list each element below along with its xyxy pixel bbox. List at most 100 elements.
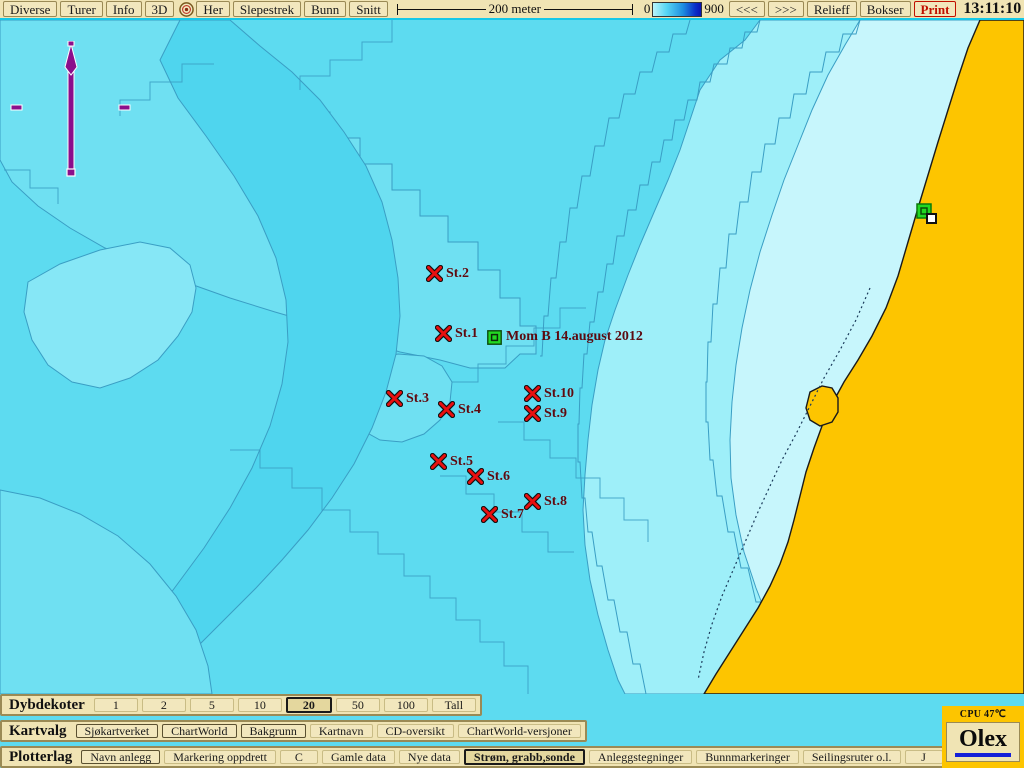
- clock-display: 13:11:10: [963, 0, 1024, 18]
- her-button[interactable]: Her: [196, 1, 230, 17]
- station-label: St.6: [487, 468, 510, 484]
- station-label: St.1: [455, 325, 478, 341]
- anlegg-site-marker[interactable]: [916, 203, 938, 225]
- slepestrek-button[interactable]: Slepestrek: [232, 1, 302, 17]
- plotterlag-option-label: Markering oppdrett: [173, 749, 267, 764]
- plotterlag-option-c[interactable]: C: [279, 749, 318, 764]
- plotterlag-bar: Plotterlag Navn anlegg Markering oppdret…: [0, 746, 949, 768]
- dybdekoter-option-10[interactable]: 10: [237, 697, 282, 712]
- plotterlag-option-seilingsruter[interactable]: Seilingsruter o.l.: [802, 750, 901, 764]
- station-marker-st6[interactable]: St.6: [467, 468, 510, 485]
- plotterlag-option-strom-grabb-sonde[interactable]: Strøm, grabb,sonde: [463, 749, 585, 765]
- dybdekoter-bar: Dybdekoter 1 2 5 10 20 50 100 Tall: [0, 694, 482, 716]
- station-marker-st7[interactable]: St.7: [481, 506, 524, 523]
- dybdekoter-option-100[interactable]: 100: [383, 698, 428, 712]
- station-marker-st1[interactable]: St.1: [435, 325, 478, 342]
- dybdekoter-option-tall[interactable]: Tall: [431, 697, 476, 712]
- cross-marker-icon: [467, 468, 484, 485]
- slepestrek-button-label: Slepestrek: [239, 1, 295, 17]
- cross-marker-icon: [386, 390, 403, 407]
- plotterlag-option-markering-oppdrett[interactable]: Markering oppdrett: [164, 750, 276, 764]
- station-marker-st10[interactable]: St.10: [524, 385, 574, 402]
- station-marker-st8[interactable]: St.8: [524, 493, 567, 510]
- plotterlag-option-label: Strøm, grabb,sonde: [473, 749, 575, 764]
- bunn-button[interactable]: Bunn: [304, 1, 347, 17]
- kartvalg-title: Kartvalg: [9, 722, 67, 739]
- kartvalg-option-chartworld-versjoner[interactable]: ChartWorld-versjoner: [457, 724, 581, 738]
- plotterlag-option-j[interactable]: J: [904, 750, 943, 764]
- arrow-tick-right: [118, 104, 131, 111]
- kartvalg-option-label: ChartWorld: [171, 723, 228, 738]
- station-marker-st3[interactable]: St.3: [386, 390, 429, 407]
- chart-map-canvas[interactable]: St.2 St.1 St.3 St.4 St.10 St.9 St.5 St.6…: [0, 20, 1024, 694]
- cross-marker-icon: [426, 265, 443, 282]
- relieff-button[interactable]: Relieff: [806, 1, 857, 17]
- dybdekoter-option-20[interactable]: 20: [285, 697, 332, 713]
- olex-application-window: Diverse Turer Info 3D Her Slepestrek Bun…: [0, 0, 1024, 768]
- dybdekoter-option-label: 50: [351, 697, 364, 712]
- dybdekoter-option-label: 5: [208, 697, 215, 712]
- dybdekoter-option-1[interactable]: 1: [93, 697, 138, 712]
- olex-branding-corner: CPU 47℃ Olex: [942, 706, 1024, 768]
- dybdekoter-option-2[interactable]: 2: [141, 697, 186, 712]
- north-arrow[interactable]: [62, 41, 80, 181]
- plotterlag-option-gamle-data[interactable]: Gamle data: [321, 750, 395, 764]
- olex-logo-underline: [955, 753, 1011, 757]
- plotterlag-option-bunnmarkeringer[interactable]: Bunnmarkeringer: [696, 750, 799, 764]
- bottom-toolbars: Dybdekoter 1 2 5 10 20 50 100 Tall Kartv…: [0, 694, 1024, 768]
- cross-marker-icon: [524, 405, 541, 422]
- dybdekoter-option-50[interactable]: 50: [335, 697, 380, 712]
- dybdekoter-option-label: 10: [253, 697, 266, 712]
- kartvalg-option-bakgrunn[interactable]: Bakgrunn: [240, 724, 306, 738]
- bokser-button[interactable]: Bokser: [859, 1, 911, 17]
- snitt-button[interactable]: Snitt: [349, 1, 388, 17]
- station-marker-st2[interactable]: St.2: [426, 265, 469, 282]
- station-marker-st4[interactable]: St.4: [438, 401, 481, 418]
- scale-bar-right-cap: [631, 4, 633, 15]
- target-icon[interactable]: [179, 1, 195, 17]
- plotterlag-option-label: C: [294, 749, 303, 764]
- dybdekoter-option-5[interactable]: 5: [189, 697, 234, 712]
- dybdekoter-option-label: 2: [160, 697, 167, 712]
- dybdekoter-option-label: Tall: [444, 697, 464, 712]
- green-square-icon: [487, 329, 502, 345]
- anlegg-label-marker[interactable]: Mom B 14.august 2012: [487, 329, 643, 345]
- info-button-label: Info: [112, 1, 135, 17]
- threed-button[interactable]: 3D: [144, 1, 175, 17]
- kartvalg-option-label: Sjøkartverket: [84, 723, 150, 738]
- prev-button[interactable]: <<<: [728, 1, 765, 17]
- station-label: St.9: [544, 405, 567, 421]
- kartvalg-option-sjokartverket[interactable]: Sjøkartverket: [75, 723, 159, 738]
- scale-bar-label: 200 meter: [485, 1, 544, 17]
- next-button-label: >>>: [774, 1, 797, 17]
- diverse-button-label: Diverse: [10, 1, 51, 17]
- olex-logo[interactable]: Olex: [946, 722, 1020, 762]
- cpu-temperature-label: CPU 47℃: [959, 709, 1007, 720]
- plotterlag-option-anleggstegninger[interactable]: Anleggstegninger: [588, 750, 693, 764]
- dybdekoter-option-label: 1: [112, 697, 119, 712]
- kartvalg-option-kartnavn[interactable]: Kartnavn: [309, 724, 373, 738]
- kartvalg-option-chartworld[interactable]: ChartWorld: [162, 723, 237, 738]
- bokser-button-label: Bokser: [866, 1, 904, 17]
- station-label: St.8: [544, 493, 567, 509]
- scale-bar: 200 meter: [396, 0, 633, 18]
- plotterlag-option-nye-data[interactable]: Nye data: [398, 749, 460, 764]
- plotterlag-option-label: Nye data: [407, 749, 451, 764]
- info-button[interactable]: Info: [105, 1, 142, 17]
- kartvalg-option-cd-oversikt[interactable]: CD-oversikt: [376, 724, 454, 738]
- depth-legend-min: 0: [643, 1, 651, 16]
- turer-button[interactable]: Turer: [60, 1, 103, 17]
- bathymetry-chart: [0, 20, 1024, 694]
- scale-bar-left-cap: [396, 4, 398, 15]
- station-marker-st9[interactable]: St.9: [524, 405, 567, 422]
- plotterlag-option-navn-anlegg[interactable]: Navn anlegg: [81, 750, 161, 764]
- next-button[interactable]: >>>: [767, 1, 804, 17]
- cross-marker-icon: [524, 385, 541, 402]
- olex-logo-text: Olex: [959, 726, 1007, 752]
- depth-legend-gradient: [652, 1, 703, 17]
- station-label: St.4: [458, 401, 481, 417]
- print-button[interactable]: Print: [913, 1, 957, 17]
- diverse-button[interactable]: Diverse: [3, 1, 58, 17]
- prev-button-label: <<<: [735, 1, 758, 17]
- plotterlag-title: Plotterlag: [9, 748, 73, 765]
